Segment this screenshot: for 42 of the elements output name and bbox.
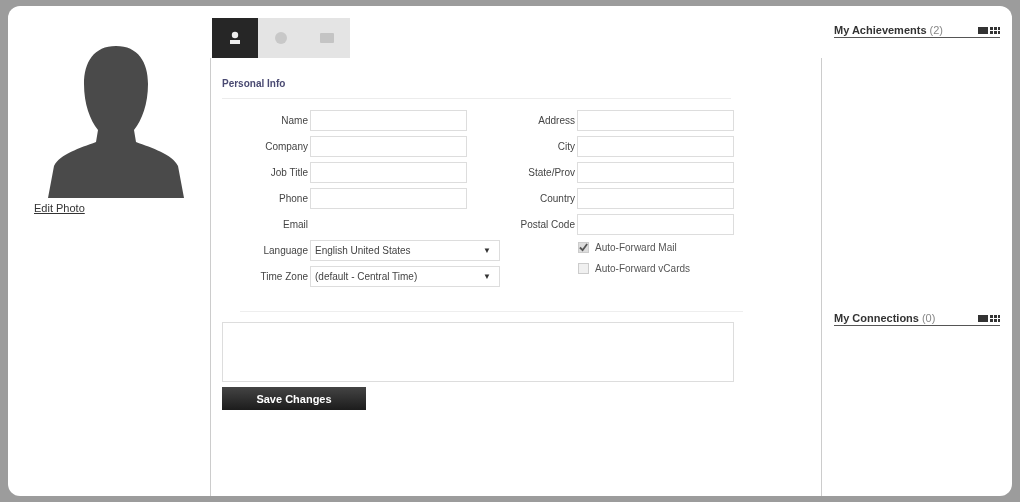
field-label: Address xyxy=(537,114,575,126)
field-label: Time Zone xyxy=(259,270,308,282)
text-area[interactable] xyxy=(222,322,734,382)
field-label: Job Title xyxy=(269,166,308,178)
card-icon xyxy=(319,30,335,46)
input-field[interactable] xyxy=(577,161,734,183)
save-button[interactable]: Save Changes xyxy=(222,387,366,410)
field-label: Company xyxy=(264,140,308,152)
field-label: Email xyxy=(282,218,308,230)
field-label: Postal Code xyxy=(519,218,575,230)
field-label: Language xyxy=(262,244,308,256)
checkbox-label: Auto-Forward Mail xyxy=(595,242,677,253)
section-title: My Connections xyxy=(834,312,919,324)
item-count: (0) xyxy=(921,312,937,324)
tab[interactable] xyxy=(212,18,258,58)
input-field[interactable] xyxy=(577,109,734,131)
section-title: Personal Info xyxy=(222,78,287,89)
field-label: Country xyxy=(539,192,575,204)
person-icon xyxy=(227,30,243,46)
input-field[interactable] xyxy=(310,187,467,209)
input-field[interactable] xyxy=(577,213,734,235)
checkbox-label: Auto-Forward vCards xyxy=(595,263,691,274)
input-field[interactable] xyxy=(577,135,734,157)
section-title: My Achievements xyxy=(834,24,927,36)
item-count: (2) xyxy=(929,24,944,36)
input-field[interactable] xyxy=(310,109,467,131)
input-field[interactable] xyxy=(577,187,734,209)
field-label: Phone xyxy=(278,192,308,204)
input-field[interactable] xyxy=(310,161,467,183)
dropdown[interactable]: English United States ▼ xyxy=(310,239,500,261)
dropdown[interactable]: (default - Central Time) ▼ xyxy=(310,265,500,287)
edit-photo-link[interactable]: Edit Photo xyxy=(34,202,85,214)
globe-icon xyxy=(273,30,289,46)
input-field[interactable] xyxy=(310,135,467,157)
checkbox[interactable] xyxy=(578,242,589,253)
list-view-icon[interactable] xyxy=(978,26,988,34)
field-label: Name xyxy=(280,114,308,126)
field-label: City xyxy=(556,140,575,152)
field-label: State/Prov xyxy=(527,166,575,178)
grid-view-icon[interactable] xyxy=(990,314,1000,322)
grid-view-icon[interactable] xyxy=(990,26,1000,34)
list-view-icon[interactable] xyxy=(978,314,988,322)
